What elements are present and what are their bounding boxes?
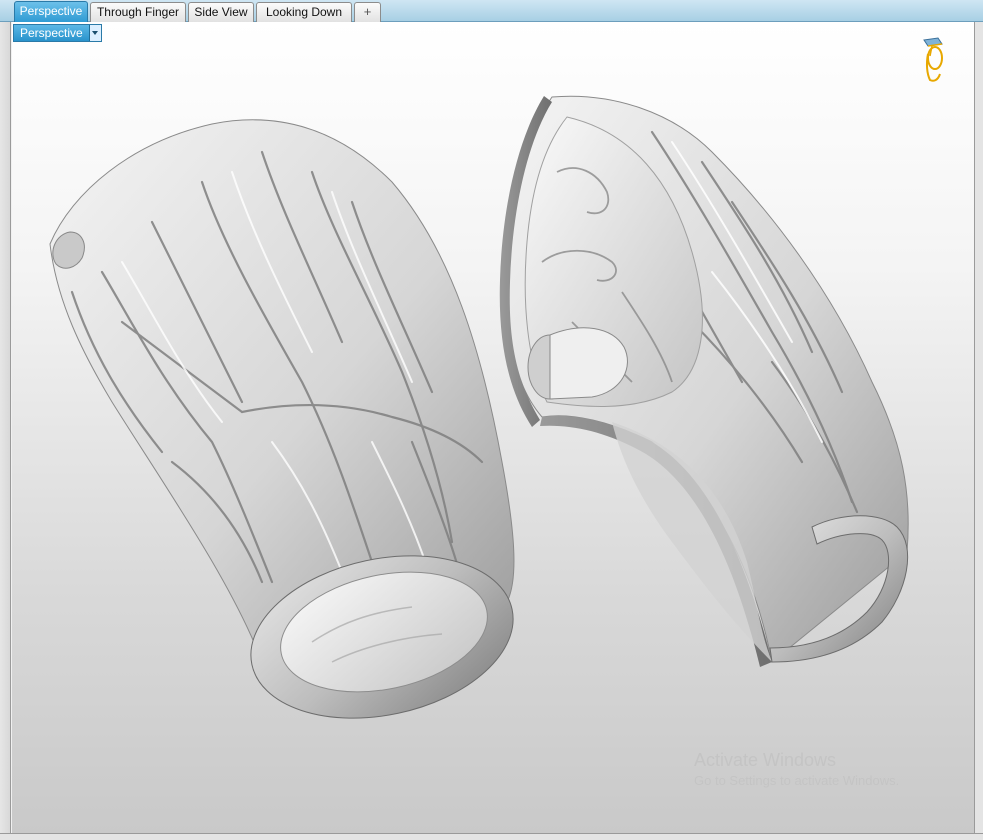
window-frame-bottom — [0, 833, 983, 840]
tab-through-finger[interactable]: Through Finger — [90, 2, 186, 22]
viewport-label-text: Perspective — [20, 26, 83, 40]
window-frame-right — [974, 22, 983, 840]
add-tab-button[interactable]: + — [354, 2, 381, 22]
tab-side-view[interactable]: Side View — [188, 2, 254, 22]
model-scene[interactable] — [12, 22, 974, 833]
tab-perspective[interactable]: Perspective — [14, 1, 88, 22]
window-frame-left — [0, 22, 11, 840]
tab-looking-down[interactable]: Looking Down — [256, 2, 352, 22]
viewport-label[interactable]: Perspective — [13, 24, 102, 42]
viewport-tab-bar: Perspective Through Finger Side View Loo… — [0, 0, 983, 22]
left-ring-piece[interactable] — [49, 119, 528, 741]
perspective-viewport[interactable]: Perspective Activate Windows Go to Setti… — [12, 22, 974, 833]
chevron-down-icon[interactable] — [88, 25, 101, 41]
camera-icon[interactable] — [918, 34, 946, 86]
right-ring-cutaway-piece[interactable] — [499, 95, 909, 667]
